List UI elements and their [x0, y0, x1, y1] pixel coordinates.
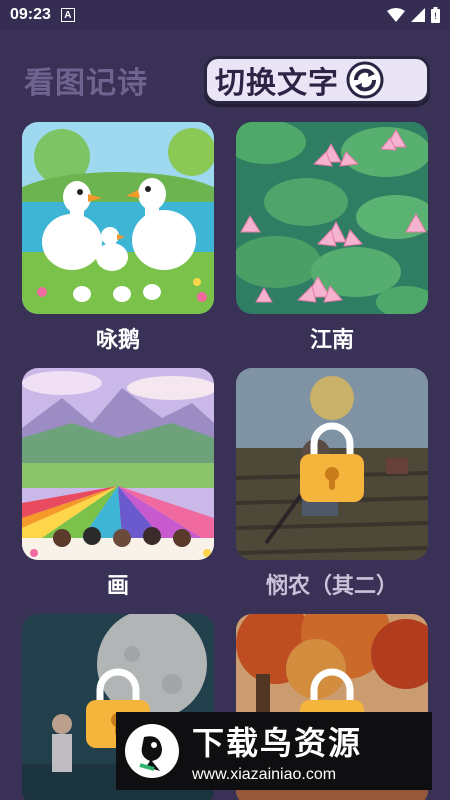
- svg-text:!: !: [434, 12, 438, 22]
- status-icons: !: [387, 7, 440, 23]
- poem-title: 咏鹅: [95, 328, 140, 353]
- notification-icon: A: [60, 8, 75, 22]
- status-bar: 09:23 A !: [0, 0, 450, 30]
- signal-icon: [411, 8, 425, 22]
- battery-icon: !: [431, 7, 440, 23]
- poem-title: 悯农（其二）: [265, 574, 398, 599]
- poem-card-landscape[interactable]: [22, 368, 214, 560]
- refresh-icon: [346, 61, 384, 99]
- header: 看图记诗 切换文字: [0, 40, 450, 120]
- geese-illustration: [22, 122, 214, 314]
- wifi-icon: [387, 8, 405, 22]
- watermark-text: 下载鸟资源 www.xiazainiao.com: [192, 718, 362, 784]
- watermark-title: 下载鸟资源: [192, 724, 363, 762]
- watermark-banner: 下载鸟资源 www.xiazainiao.com: [116, 712, 432, 790]
- bird-logo-icon: [125, 724, 179, 778]
- poem-title: 江南: [309, 328, 354, 353]
- poem-card-lotus[interactable]: [236, 122, 428, 314]
- poem-title: 画: [106, 574, 129, 599]
- lotus-illustration: [236, 122, 428, 314]
- switch-text-label: 切换文字: [215, 66, 339, 101]
- switch-text-button[interactable]: 切换文字: [204, 56, 430, 104]
- poem-card-geese[interactable]: [22, 122, 214, 314]
- lock-icon: [300, 422, 364, 502]
- poem-card-farmer-locked[interactable]: [236, 368, 428, 560]
- landscape-illustration: [22, 368, 214, 560]
- status-time: 09:23: [10, 6, 51, 23]
- app-title: 看图记诗: [24, 66, 148, 101]
- watermark-url: www.xiazainiao.com: [192, 766, 337, 783]
